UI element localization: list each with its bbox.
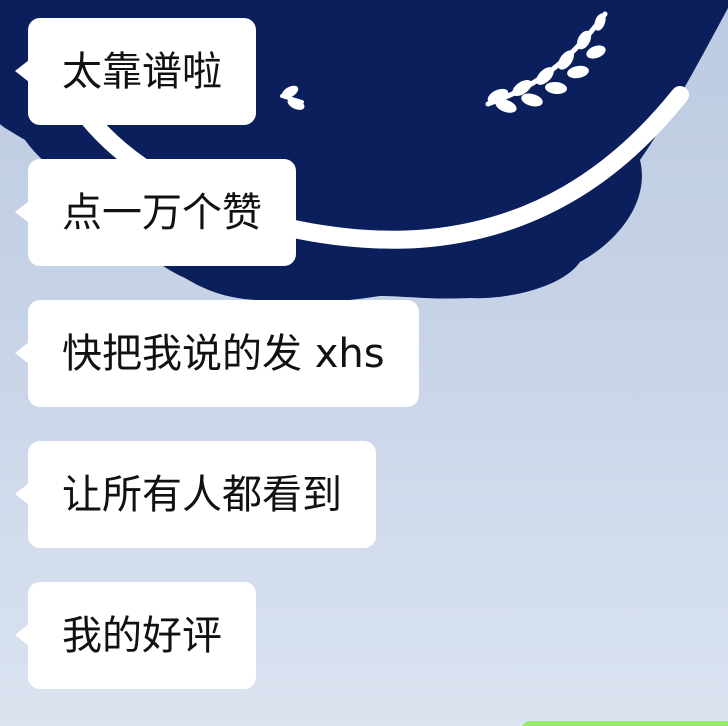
message-text: 太靠谱啦: [62, 48, 222, 95]
message-bubble[interactable]: 快把我说的发 xhs: [15, 300, 419, 407]
sent-message-bubble-edge[interactable]: [522, 721, 728, 726]
message-bubble[interactable]: 我的好评: [15, 582, 256, 689]
message-text: 让所有人都看到: [62, 471, 342, 518]
message-text: 点一万个赞: [62, 189, 262, 236]
message-bubble[interactable]: 太靠谱啦: [15, 18, 256, 125]
message-bubble[interactable]: 让所有人都看到: [15, 441, 376, 548]
message-text: 快把我说的发 xhs: [62, 330, 385, 377]
message-bubble[interactable]: 点一万个赞: [15, 159, 296, 266]
message-text: 我的好评: [62, 612, 222, 659]
chat-window: 太靠谱啦 点一万个赞 快把我说的发 xhs 让所有人都看到 我的好评: [0, 0, 728, 726]
